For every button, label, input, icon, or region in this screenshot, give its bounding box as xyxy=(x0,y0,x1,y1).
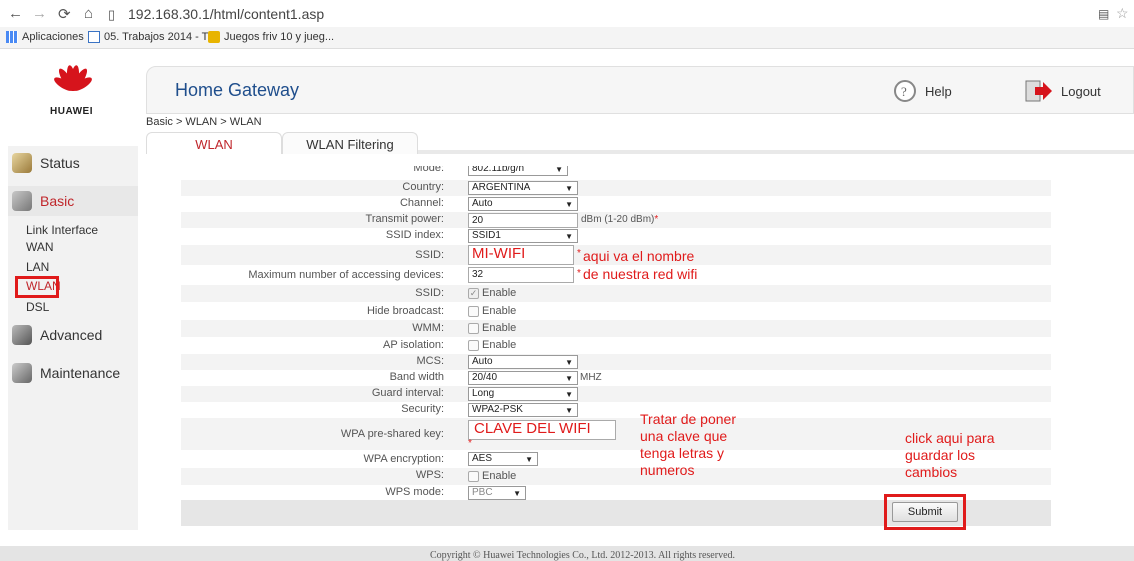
wps-checkbox[interactable] xyxy=(468,470,479,482)
security-select[interactable]: WPA2-PSK xyxy=(468,403,578,417)
wpa-encryption-select[interactable]: AES xyxy=(468,452,538,466)
form-row-guard-interval: Guard interval: Long xyxy=(181,386,1051,402)
wps-mode-select[interactable]: PBC xyxy=(468,486,526,500)
table-icon xyxy=(88,31,100,43)
bookmark-juegos[interactable]: Juegos friv 10 y jueg... xyxy=(208,31,334,43)
form-row-ap-isolation: AP isolation: Enable xyxy=(383,339,517,352)
sidebar-item-wan[interactable]: WAN xyxy=(26,240,54,254)
bookmark-trabajos[interactable]: 05. Trabajos 2014 - T... xyxy=(88,31,216,43)
url-text[interactable]: 192.168.30.1/html/content1.asp xyxy=(128,6,324,22)
form-row-transmit-power: Transmit power: 20 dBm (1-20 dBm)* xyxy=(181,212,1051,228)
form-row-ssid-enable: SSID: ✓ Enable xyxy=(181,285,1051,302)
submit-highlight-box xyxy=(884,494,966,530)
browser-address-bar: ← → ⟳ ⌂ ▯ 192.168.30.1/html/content1.asp… xyxy=(0,0,1134,28)
reload-icon[interactable]: ⟳ xyxy=(58,5,71,23)
wpa-key-input[interactable]: CLAVE DEL WIFI xyxy=(468,420,616,440)
sidebar: Status Basic Link Interface WAN LAN WLAN… xyxy=(8,146,138,530)
page-title: Home Gateway xyxy=(175,80,300,100)
ssid-input[interactable]: MI-WIFI xyxy=(468,245,574,265)
ssid-index-select[interactable]: SSID1 xyxy=(468,229,578,243)
logout-icon xyxy=(1025,80,1052,102)
ssid-enable-checkbox[interactable]: ✓ xyxy=(468,287,479,299)
sidebar-item-basic[interactable]: Basic xyxy=(8,186,138,216)
form-row-band-width: Band width 20/40 MHZ xyxy=(181,370,1051,386)
logout-button[interactable]: Logout xyxy=(1025,79,1101,103)
guard-interval-select[interactable]: Long xyxy=(468,387,578,401)
ssid-note-2: de nuestra red wifi xyxy=(583,266,698,282)
sidebar-item-advanced[interactable]: Advanced xyxy=(8,320,138,350)
form-row-mcs: MCS: Auto xyxy=(181,354,1051,370)
key-note: Tratar de poner una clave que tenga letr… xyxy=(640,411,736,478)
status-icon xyxy=(12,153,32,173)
apps-icon xyxy=(6,31,18,43)
copyright-text: Copyright © Huawei Technologies Co., Ltd… xyxy=(430,550,736,561)
form-row-ssid-index: SSID index: SSID1 xyxy=(181,228,1051,244)
star-icon[interactable]: ☆ xyxy=(1116,5,1129,22)
advanced-icon xyxy=(12,325,32,345)
sidebar-item-link-interface[interactable]: Link Interface xyxy=(26,223,98,237)
wlan-highlight-box xyxy=(15,276,59,298)
footer: Copyright © Huawei Technologies Co., Ltd… xyxy=(0,546,1134,561)
transmit-power-input[interactable]: 20 xyxy=(468,213,578,228)
tab-wlan[interactable]: WLAN xyxy=(146,132,282,154)
transmit-power-unit: dBm (1-20 dBm)* xyxy=(581,214,659,225)
home-icon[interactable]: ⌂ xyxy=(84,5,93,22)
form-row-channel: Channel: Auto xyxy=(181,196,1051,212)
mcs-select[interactable]: Auto xyxy=(468,355,578,369)
country-select[interactable]: ARGENTINA xyxy=(468,181,578,195)
tab-bar: WLAN WLAN Filtering xyxy=(146,132,1134,154)
page-icon: ▯ xyxy=(108,7,116,22)
tab-wlan-filtering[interactable]: WLAN Filtering xyxy=(282,132,418,154)
mode-select[interactable]: 802.11b/g/n xyxy=(468,166,568,176)
submit-note: click aqui para guardar los cambios xyxy=(905,430,995,480)
form-row-country: Country: ARGENTINA xyxy=(181,180,1051,196)
help-icon: ? xyxy=(894,80,916,102)
sidebar-item-lan[interactable]: LAN xyxy=(26,260,49,274)
ap-isolation-checkbox[interactable] xyxy=(468,339,479,351)
wmm-checkbox[interactable] xyxy=(468,322,479,334)
hide-broadcast-checkbox[interactable] xyxy=(468,305,479,317)
basic-icon xyxy=(12,191,32,211)
maintenance-icon xyxy=(12,363,32,383)
breadcrumb: Basic > WLAN > WLAN xyxy=(146,116,262,128)
max-devices-input[interactable]: 32 xyxy=(468,267,574,283)
help-button[interactable]: ? Help xyxy=(893,79,952,103)
bookmark-apps[interactable]: Aplicaciones xyxy=(6,31,84,43)
forward-icon[interactable]: → xyxy=(32,5,47,22)
form-row-hide-broadcast: Hide broadcast: Enable xyxy=(366,305,517,318)
ssid-note-1: aqui va el nombre xyxy=(583,248,695,264)
svg-text:?: ? xyxy=(901,84,907,99)
channel-select[interactable]: Auto xyxy=(468,197,578,211)
form-row-mode: Mode: 802.11b/g/n xyxy=(181,166,1051,176)
sidebar-item-status[interactable]: Status xyxy=(8,148,138,178)
translate-icon[interactable]: ▤ xyxy=(1098,7,1109,21)
form-row-wmm: WMM: Enable xyxy=(181,320,1051,337)
header-bar: Home Gateway ? Help Logout xyxy=(146,66,1134,114)
bookmarks-bar: Aplicaciones 05. Trabajos 2014 - T... Ju… xyxy=(0,27,1134,49)
huawei-logo: HUAWEI xyxy=(8,62,138,124)
sidebar-item-dsl[interactable]: DSL xyxy=(26,300,49,314)
band-width-select[interactable]: 20/40 xyxy=(468,371,578,385)
form-row-security: Security: WPA2-PSK xyxy=(181,402,1051,418)
game-icon xyxy=(208,31,220,43)
back-icon[interactable]: ← xyxy=(8,5,23,22)
sidebar-item-maintenance[interactable]: Maintenance xyxy=(8,358,138,388)
